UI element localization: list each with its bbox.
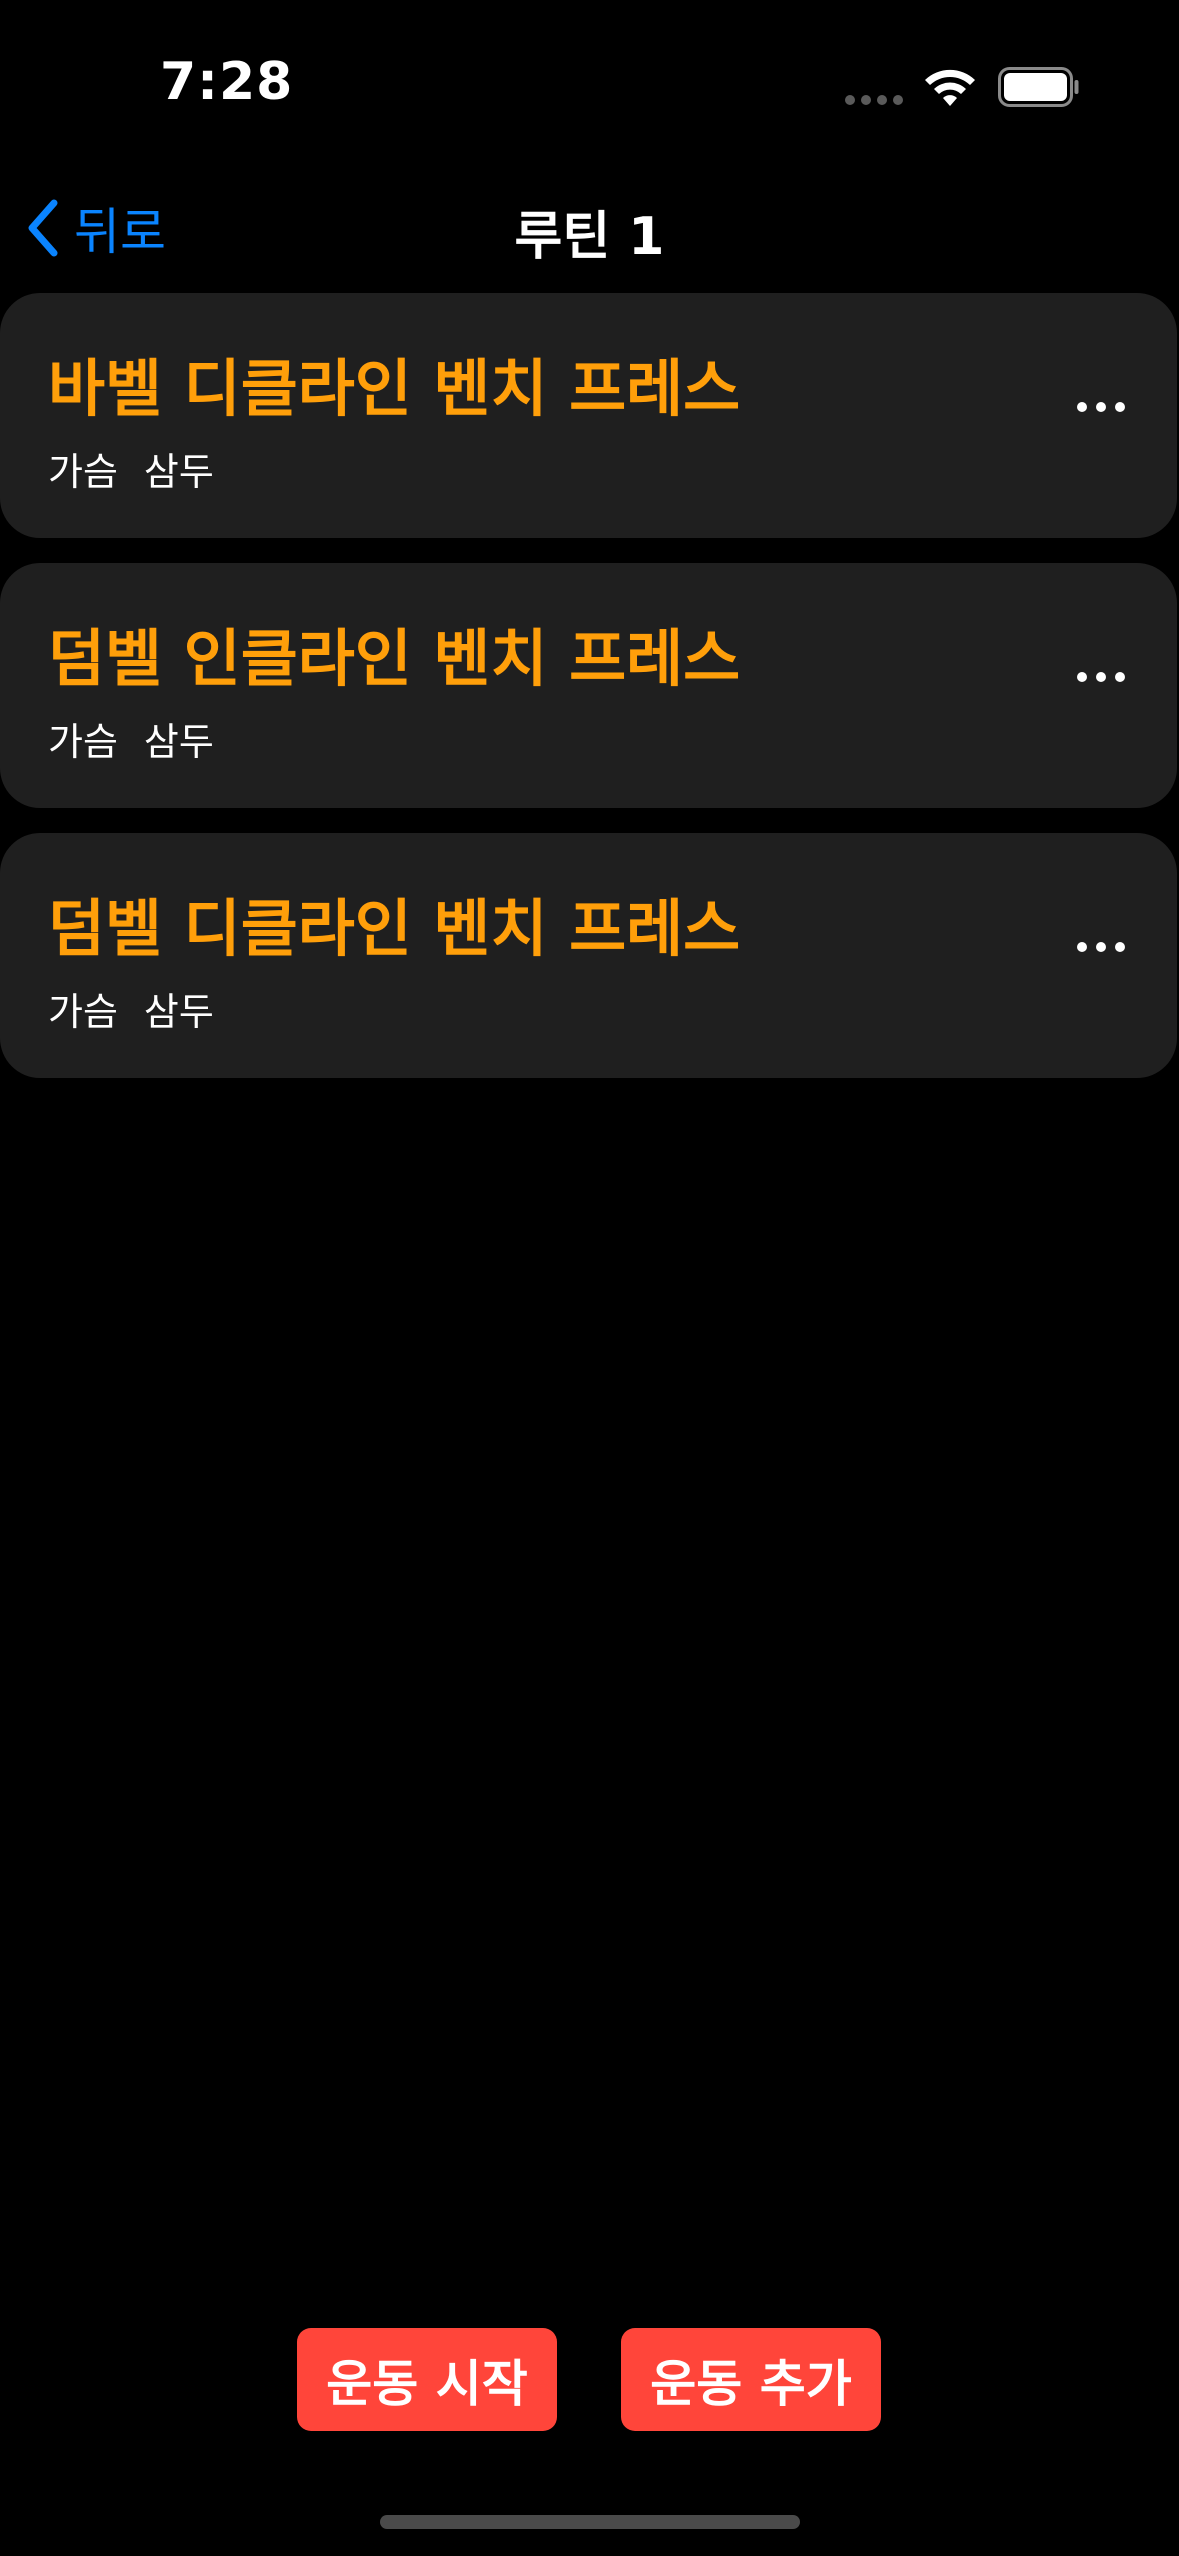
wifi-icon — [925, 69, 975, 106]
bottom-actions: 운동 시작 운동 추가 — [0, 2328, 1179, 2431]
muscle-tag: 삼두 — [143, 450, 214, 494]
exercise-card[interactable]: 바벨 디클라인 벤치 프레스 가슴 삼두 — [0, 293, 1177, 538]
muscle-tag: 가슴 — [48, 450, 118, 494]
muscle-tag: 삼두 — [143, 720, 214, 764]
exercise-tags: 가슴 삼두 — [48, 981, 214, 1036]
page-title: 루틴 1 — [514, 207, 665, 267]
home-indicator — [380, 2515, 800, 2529]
exercise-card[interactable]: 덤벨 인클라인 벤치 프레스 가슴 삼두 — [0, 563, 1177, 808]
status-time: 7:28 — [160, 52, 294, 112]
ellipsis-icon[interactable] — [1077, 397, 1127, 417]
exercise-tags: 가슴 삼두 — [48, 441, 214, 496]
cellular-dots-icon — [845, 95, 905, 107]
exercise-list: 바벨 디클라인 벤치 프레스 가슴 삼두 덤벨 인클라인 벤치 프레스 가슴 삼… — [0, 293, 1179, 1103]
exercise-title: 덤벨 디클라인 벤치 프레스 — [48, 892, 741, 965]
ellipsis-icon[interactable] — [1077, 667, 1127, 687]
muscle-tag: 삼두 — [143, 990, 214, 1034]
muscle-tag: 가슴 — [48, 990, 118, 1034]
muscle-tag: 가슴 — [48, 720, 118, 764]
ellipsis-icon[interactable] — [1077, 937, 1127, 957]
navigation-bar: 뒤로 루틴 1 — [0, 180, 1179, 270]
exercise-tags: 가슴 삼두 — [48, 711, 214, 766]
exercise-title: 바벨 디클라인 벤치 프레스 — [48, 352, 741, 425]
exercise-title: 덤벨 인클라인 벤치 프레스 — [48, 622, 741, 695]
status-bar: 7:28 — [0, 0, 1179, 150]
add-exercise-button[interactable]: 운동 추가 — [621, 2328, 881, 2431]
exercise-card[interactable]: 덤벨 디클라인 벤치 프레스 가슴 삼두 — [0, 833, 1177, 1078]
start-workout-button[interactable]: 운동 시작 — [297, 2328, 557, 2431]
battery-icon — [998, 67, 1079, 107]
